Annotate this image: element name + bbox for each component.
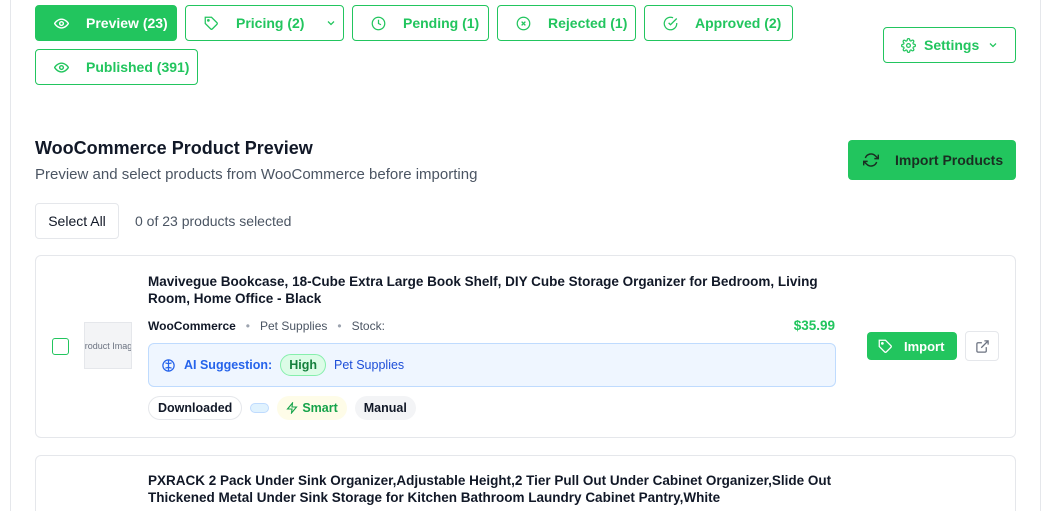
product-source: WooCommerce <box>148 319 236 333</box>
separator-dot: • <box>245 319 250 333</box>
product-title: Mavivegue Bookcase, 18-Cube Extra Large … <box>148 274 818 306</box>
page-title: WooCommerce Product Preview <box>35 138 313 158</box>
settings-button[interactable]: Settings <box>883 27 1016 63</box>
smart-chip[interactable]: Smart <box>277 396 347 420</box>
chevron-down-icon <box>323 15 339 31</box>
clock-icon <box>370 15 386 31</box>
eye-icon <box>53 15 69 31</box>
ai-suggestion-label: AI Suggestion: <box>184 358 273 372</box>
product-meta: WooCommerce • Pet Supplies • Stock: <box>148 319 385 333</box>
product-card: PXRACK 2 Pack Under Sink Organizer,Adjus… <box>35 455 1016 511</box>
tab-label: Pricing (2) <box>236 15 305 31</box>
tab-label: Preview (23) <box>86 15 168 31</box>
tab-approved[interactable]: Approved (2) <box>644 5 793 41</box>
import-button[interactable]: Import <box>867 332 957 360</box>
tag-icon <box>203 15 219 31</box>
tab-published[interactable]: Published (391) <box>35 49 198 85</box>
selection-count: 0 of 23 products selected <box>135 213 292 229</box>
separator-dot: • <box>337 319 342 333</box>
brain-icon <box>161 358 176 373</box>
product-stock: Stock: <box>351 319 385 333</box>
product-checkbox[interactable] <box>52 338 69 355</box>
tab-pending[interactable]: Pending (1) <box>352 5 489 41</box>
tab-label: Rejected (1) <box>548 15 628 31</box>
refresh-icon <box>863 152 879 168</box>
import-products-button[interactable]: Import Products <box>848 140 1016 180</box>
x-circle-icon <box>515 15 531 31</box>
tab-label: Pending (1) <box>403 15 480 31</box>
eye-icon <box>53 59 69 75</box>
gear-icon <box>901 37 916 53</box>
tab-preview[interactable]: Preview (23) <box>35 5 177 41</box>
ai-suggested-category[interactable]: Pet Supplies <box>334 358 404 372</box>
lightning-icon <box>286 402 298 414</box>
external-link-icon <box>975 339 990 354</box>
mode-toggle[interactable] <box>250 403 270 413</box>
import-label: Import <box>904 338 945 354</box>
product-title: PXRACK 2 Pack Under Sink Organizer,Adjus… <box>148 473 832 505</box>
select-all-button[interactable]: Select All <box>35 203 119 239</box>
check-circle-icon <box>662 15 678 31</box>
product-category: Pet Supplies <box>260 319 328 333</box>
manual-chip[interactable]: Manual <box>354 396 416 420</box>
chevron-down-icon <box>987 39 999 51</box>
tab-pricing[interactable]: Pricing (2) <box>185 5 344 41</box>
tab-label: Approved (2) <box>695 15 782 31</box>
product-card: Product Image Mavivegue Bookcase, 18-Cub… <box>35 255 1016 438</box>
image-placeholder-text: Product Image <box>84 340 132 351</box>
tag-icon <box>878 339 893 354</box>
ai-suggestion-box: AI Suggestion: High Pet Supplies <box>148 343 836 387</box>
product-chips: Downloaded Smart Manual <box>148 396 416 420</box>
ai-confidence-badge: High <box>280 354 326 376</box>
import-products-label: Import Products <box>895 152 1004 168</box>
smart-label: Smart <box>302 401 338 415</box>
tab-label: Published (391) <box>86 59 190 75</box>
product-price: $35.99 <box>793 318 835 333</box>
page-subtitle: Preview and select products from WooComm… <box>35 166 478 183</box>
status-badge: Downloaded <box>148 396 243 420</box>
open-external-button[interactable] <box>965 331 999 361</box>
settings-label: Settings <box>924 37 980 53</box>
tab-rejected[interactable]: Rejected (1) <box>497 5 636 41</box>
product-image: Product Image <box>84 322 132 369</box>
